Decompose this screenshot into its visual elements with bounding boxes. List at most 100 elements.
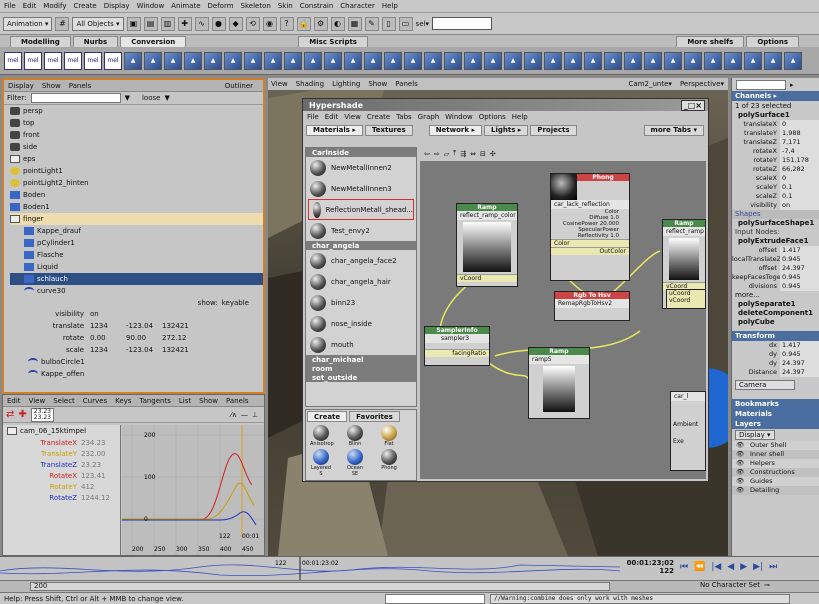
hs-menu-window[interactable]: Window xyxy=(445,113,473,121)
channel-value[interactable]: 0.1 xyxy=(780,192,819,201)
more-link[interactable]: more... xyxy=(732,291,819,300)
material-item[interactable]: nose_inside xyxy=(306,313,416,334)
more-tabs-button[interactable]: more Tabs ▾ xyxy=(643,124,704,136)
section-carinside[interactable]: Carlnside xyxy=(306,148,416,157)
hs-menu-file[interactable]: File xyxy=(307,113,319,121)
layer-row[interactable]: 👁 Inner shell xyxy=(732,450,819,459)
menu-character[interactable]: Character xyxy=(340,2,375,10)
node-port-outcolor[interactable]: OutColor xyxy=(551,247,629,255)
shelf-tab-nurbs[interactable]: Nurbs xyxy=(72,35,119,47)
channel-value[interactable]: -7,4 xyxy=(780,147,819,156)
transform-header[interactable]: Transform xyxy=(732,331,819,341)
attribute-value[interactable]: 132421 xyxy=(162,346,198,354)
attribute-value[interactable]: -123.04 xyxy=(126,322,162,330)
channel-object-name[interactable]: polySurface1 xyxy=(732,111,819,120)
graph-down-icon[interactable]: ⇶ xyxy=(460,150,466,158)
menu-create[interactable]: Create xyxy=(73,2,96,10)
shelf-tool-icon[interactable]: ▲ xyxy=(244,51,262,70)
current-time[interactable]: 00:01:23;02 xyxy=(624,559,674,567)
shelf-tab-misc[interactable]: Misc Scripts xyxy=(298,35,368,47)
shelf-tool-icon[interactable]: ▲ xyxy=(324,51,342,70)
attribute-value[interactable]: on xyxy=(90,310,126,318)
attribute-value[interactable]: 0.00 xyxy=(90,334,126,342)
shelf-tool-icon[interactable]: ▲ xyxy=(204,51,222,70)
attribute-value[interactable]: 1234 xyxy=(90,346,126,354)
menu-help[interactable]: Help xyxy=(382,2,398,10)
node-ports-uv[interactable]: uCoord vCoord xyxy=(666,289,706,309)
shelf-tool-icon[interactable]: ▲ xyxy=(584,51,602,70)
outliner-item[interactable]: pointLight2_hinten xyxy=(10,177,263,189)
channel-row[interactable]: translateY 1,988 xyxy=(732,129,819,138)
graph-channel[interactable]: RotateX 123.41 xyxy=(3,470,120,481)
shape-name[interactable]: polySurfaceShape1 xyxy=(732,219,819,228)
section-room[interactable]: room xyxy=(306,364,416,373)
prev-key-icon[interactable]: |◀ xyxy=(711,562,721,572)
channel-row[interactable]: scaleY 0.1 xyxy=(732,183,819,192)
history-node[interactable]: polyCube xyxy=(732,318,819,327)
shelf-tool-icon[interactable]: ▲ xyxy=(764,51,782,70)
tab-materials[interactable]: Materials ▸ xyxy=(306,124,363,136)
shelf-tool-icon[interactable]: ▲ xyxy=(364,51,382,70)
channel-value[interactable]: 151,178 xyxy=(780,156,819,165)
filter-mode-arrow-icon[interactable]: ▼ xyxy=(164,94,169,102)
material-item[interactable]: ReflectionMetall_shead... xyxy=(308,199,414,220)
outliner-item[interactable]: eps xyxy=(10,153,263,165)
graph-menu-edit[interactable]: Edit xyxy=(7,397,21,405)
outliner-item[interactable]: finger xyxy=(10,213,263,225)
shelf-tool-icon[interactable]: ▲ xyxy=(284,51,302,70)
channel-value[interactable]: 1.417 xyxy=(780,246,819,255)
material-item[interactable]: char_angela_hair xyxy=(306,271,416,292)
outliner-icon[interactable]: ▯ xyxy=(381,16,396,31)
tab-lights[interactable]: Lights ▸ xyxy=(484,124,529,136)
graph-menu-panels[interactable]: Panels xyxy=(226,397,249,405)
graph-channel[interactable]: TranslateX 234.23 xyxy=(3,437,120,448)
render-settings-icon[interactable]: ⚙ xyxy=(313,16,328,31)
shelf-tool-icon[interactable]: ▲ xyxy=(344,51,362,70)
menu-animate[interactable]: Animate xyxy=(171,2,200,10)
arrow-right-icon[interactable]: ⇨ xyxy=(434,150,440,158)
create-item[interactable]: Anisotrop xyxy=(310,425,334,447)
graph-channel[interactable]: TranslateZ 23.23 xyxy=(3,459,120,470)
create-item[interactable]: Flat xyxy=(378,425,400,447)
port-vcoord[interactable]: vCoord xyxy=(667,297,705,304)
shelf-tool-icon[interactable]: ▲ xyxy=(384,51,402,70)
shelf-tool-icon[interactable]: ▲ xyxy=(264,51,282,70)
tab-textures[interactable]: Textures xyxy=(364,124,413,136)
channel-value[interactable]: 1,988 xyxy=(780,129,819,138)
shelf-tool-icon[interactable]: ▲ xyxy=(744,51,762,70)
channel-row[interactable]: divisions 0.945 xyxy=(732,282,819,291)
eye-icon[interactable]: 👁 xyxy=(736,486,750,495)
channel-row[interactable]: dy 24.397 xyxy=(732,359,819,368)
channel-row[interactable]: scaleX 0 xyxy=(732,174,819,183)
outliner-item[interactable]: top xyxy=(10,117,263,129)
create-item[interactable]: Phong xyxy=(378,449,400,477)
shelf-tool-icon[interactable]: ▲ xyxy=(624,51,642,70)
material-item[interactable]: char_angela_face2 xyxy=(306,250,416,271)
create-tab[interactable]: Create xyxy=(307,411,348,422)
node-port[interactable]: facingRatio xyxy=(425,349,489,357)
channel-value[interactable]: 7,171 xyxy=(780,138,819,147)
layer-display-dropdown[interactable]: Display ▾ xyxy=(735,430,775,440)
material-item[interactable]: binn23 xyxy=(306,292,416,313)
attribute-value[interactable]: 1234 xyxy=(90,322,126,330)
node-remap-rgb-to-hsv[interactable]: Rgb To Hsv RemapRgbToHsv2 xyxy=(554,291,630,321)
shelf-tool-icon[interactable]: ▲ xyxy=(444,51,462,70)
shelf-mel-icon[interactable]: mel xyxy=(44,51,62,70)
step-back-icon[interactable]: ⏪ xyxy=(694,562,705,572)
shelf-tab-conversion[interactable]: Conversion xyxy=(120,35,187,47)
shelf-mel-icon[interactable]: mel xyxy=(64,51,82,70)
channel-value[interactable]: 0.945 xyxy=(780,273,819,282)
selection-field[interactable] xyxy=(431,17,492,30)
attribute-value[interactable]: 90.00 xyxy=(126,334,162,342)
menu-constrain[interactable]: Constrain xyxy=(300,2,334,10)
channel-value[interactable]: on xyxy=(780,201,819,210)
channel-row[interactable]: keepFacesToge 0.945 xyxy=(732,273,819,282)
play-icon[interactable]: ▶ xyxy=(740,562,747,572)
history-node[interactable]: deleteComponent1 xyxy=(732,309,819,318)
layer-row[interactable]: 👁 Outer Shell xyxy=(732,441,819,450)
shelf-tool-icon[interactable]: ▲ xyxy=(604,51,622,70)
more-shelfs-button[interactable]: More shelfs xyxy=(676,35,745,47)
menu-deform[interactable]: Deform xyxy=(208,2,234,10)
show-dropdown[interactable]: keyable xyxy=(222,299,249,307)
channels-header[interactable]: Channels ▸ xyxy=(732,91,819,101)
